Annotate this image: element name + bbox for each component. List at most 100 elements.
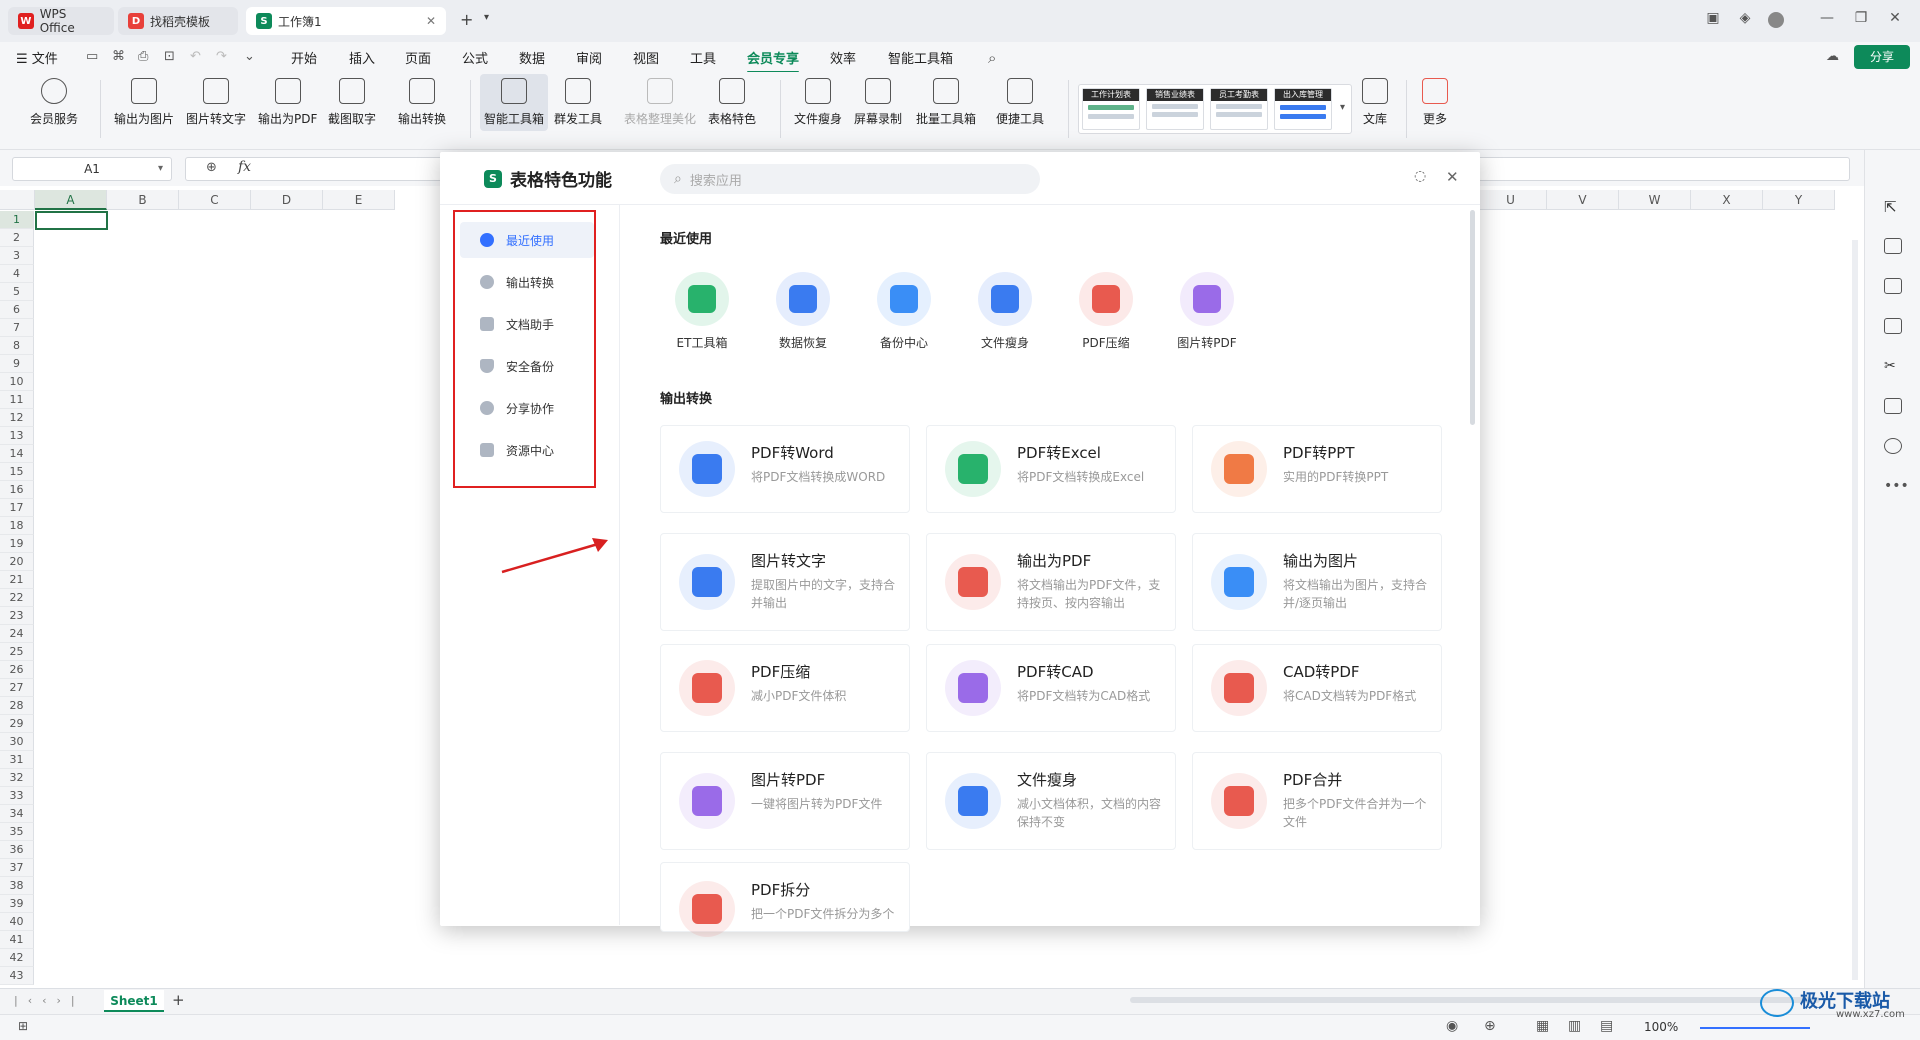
tools-cross-icon[interactable]: ✂ [1884,358,1902,374]
menu-efficiency[interactable]: 效率 [830,48,856,67]
image-edit-icon[interactable] [1884,318,1902,334]
book-icon[interactable] [1884,398,1902,414]
template-sales[interactable]: 销售业绩表 [1146,88,1204,130]
redo-icon[interactable]: ↷ [216,49,227,64]
layout-icon[interactable]: ▣ [1702,10,1724,26]
feature-card[interactable]: PDF压缩 减小PDF文件体积 [660,644,910,732]
row-header[interactable]: 20 [0,553,34,571]
column-header[interactable]: A [35,190,107,210]
row-header[interactable]: 1 [0,211,34,229]
row-header[interactable]: 18 [0,517,34,535]
column-header[interactable]: X [1691,190,1763,210]
name-box[interactable]: A1 ▾ [12,157,172,181]
column-header[interactable]: B [107,190,179,210]
page-break-icon[interactable]: ▤ [1600,1018,1613,1034]
row-header[interactable]: 35 [0,823,34,841]
row-header[interactable]: 31 [0,751,34,769]
row-header[interactable]: 6 [0,301,34,319]
feature-card[interactable]: PDF合并 把多个PDF文件合并为一个文件 [1192,752,1442,850]
row-header[interactable]: 24 [0,625,34,643]
row-header[interactable]: 14 [0,445,34,463]
recent-app[interactable]: PDF压缩 [1078,272,1134,351]
eye-protection-icon[interactable]: ◉ [1446,1018,1458,1034]
handy-tools-button[interactable]: 便捷工具 [996,78,1044,127]
minimize-icon[interactable]: — [1816,10,1838,26]
app-search-input[interactable]: ⌕ 搜索应用 [660,164,1040,194]
file-slim-button[interactable]: 文件瘦身 [794,78,842,127]
row-header[interactable]: 32 [0,769,34,787]
image-to-text-button[interactable]: 图片转文字 [186,78,246,127]
column-header[interactable]: U [1475,190,1547,210]
library-button[interactable]: 文库 [1362,78,1388,127]
column-header[interactable]: C [179,190,251,210]
new-tab-button[interactable]: + [460,10,473,29]
row-header[interactable]: 17 [0,499,34,517]
menu-insert[interactable]: 插入 [349,48,375,67]
recent-app[interactable]: ET工具箱 [674,272,730,351]
macro-icon[interactable]: ⊞ [18,1019,28,1033]
column-header[interactable]: Y [1763,190,1835,210]
horizontal-scrollbar[interactable] [1130,997,1820,1003]
template-work-plan[interactable]: 工作计划表 [1082,88,1140,130]
screenshot-ocr-button[interactable]: 截图取字 [328,78,376,127]
batch-toolbox-button[interactable]: 批量工具箱 [916,78,976,127]
column-header[interactable]: D [251,190,323,210]
dialog-scrollbar[interactable] [1470,210,1475,425]
feature-card[interactable]: 输出为图片 将文档输出为图片，支持合并/逐页输出 [1192,533,1442,631]
menu-page[interactable]: 页面 [405,48,431,67]
zoom-slider[interactable] [1700,1027,1810,1029]
row-header[interactable]: 34 [0,805,34,823]
smart-toolbox-button[interactable]: 智能工具箱 [480,74,549,131]
feature-card[interactable]: PDF拆分 把一个PDF文件拆分为多个 [660,862,910,937]
output-convert-button[interactable]: 输出转换 [398,78,446,127]
print-icon[interactable]: ⎙ [138,49,148,64]
row-header[interactable]: 22 [0,589,34,607]
file-menu[interactable]: ☰ 文件 [16,48,58,67]
row-header[interactable]: 5 [0,283,34,301]
undo-icon[interactable]: ↶ [190,49,201,64]
sheet-tab-sheet1[interactable]: Sheet1 [104,990,164,1012]
zoom-level[interactable]: 100% [1644,1020,1678,1034]
menu-formula[interactable]: 公式 [462,48,488,67]
cloud-icon[interactable]: ☁ [1826,49,1839,64]
menu-member[interactable]: 会员专享 [747,48,800,73]
feature-card[interactable]: 图片转文字 提取图片中的文字，支持合并输出 [660,533,910,631]
feature-card[interactable]: 输出为PDF 将文档输出为PDF文件，支持按页、按内容输出 [926,533,1176,631]
feature-card[interactable]: PDF转Excel 将PDF文档转换成Excel [926,425,1176,513]
member-service-button[interactable]: 会员服务 [30,78,78,127]
feature-card[interactable]: CAD转PDF 将CAD文档转为PDF格式 [1192,644,1442,732]
row-header[interactable]: 43 [0,967,34,985]
row-header[interactable]: 11 [0,391,34,409]
help-icon[interactable] [1884,438,1902,454]
row-header[interactable]: 8 [0,337,34,355]
row-header[interactable]: 30 [0,733,34,751]
row-header[interactable]: 13 [0,427,34,445]
column-header[interactable]: V [1547,190,1619,210]
feature-card[interactable]: 文件瘦身 减小文档体积，文档的内容保持不变 [926,752,1176,850]
template-inventory[interactable]: 出入库管理 [1274,88,1332,130]
sheet-nav-arrows[interactable]: |‹‹›| [14,994,85,1007]
select-all-corner[interactable] [0,190,35,210]
feature-card[interactable]: PDF转PPT 实用的PDF转换PPT [1192,425,1442,513]
menu-view[interactable]: 视图 [633,48,659,67]
feedback-icon[interactable]: ◌ [1414,168,1426,184]
feature-card[interactable]: 图片转PDF 一键将图片转为PDF文件 [660,752,910,850]
row-header[interactable]: 4 [0,265,34,283]
row-header[interactable]: 37 [0,859,34,877]
export-pdf-button[interactable]: 输出为PDF [258,78,317,127]
recent-app[interactable]: 图片转PDF [1177,272,1237,351]
row-header[interactable]: 3 [0,247,34,265]
save-icon[interactable]: ▭ [86,49,98,64]
chevron-down-icon[interactable]: ▾ [484,12,489,23]
recent-app[interactable]: 备份中心 [876,272,932,351]
fx-icon[interactable]: fx [238,159,251,175]
close-tab-icon[interactable]: ✕ [426,14,436,28]
normal-view-icon[interactable]: ▦ [1536,1018,1549,1034]
row-header[interactable]: 9 [0,355,34,373]
screen-record-button[interactable]: 屏幕录制 [854,78,902,127]
row-header[interactable]: 12 [0,409,34,427]
row-header[interactable]: 27 [0,679,34,697]
cursor-icon[interactable]: ⇱ [1884,198,1902,216]
row-header[interactable]: 16 [0,481,34,499]
table-features-button[interactable]: 表格特色 [708,78,756,127]
